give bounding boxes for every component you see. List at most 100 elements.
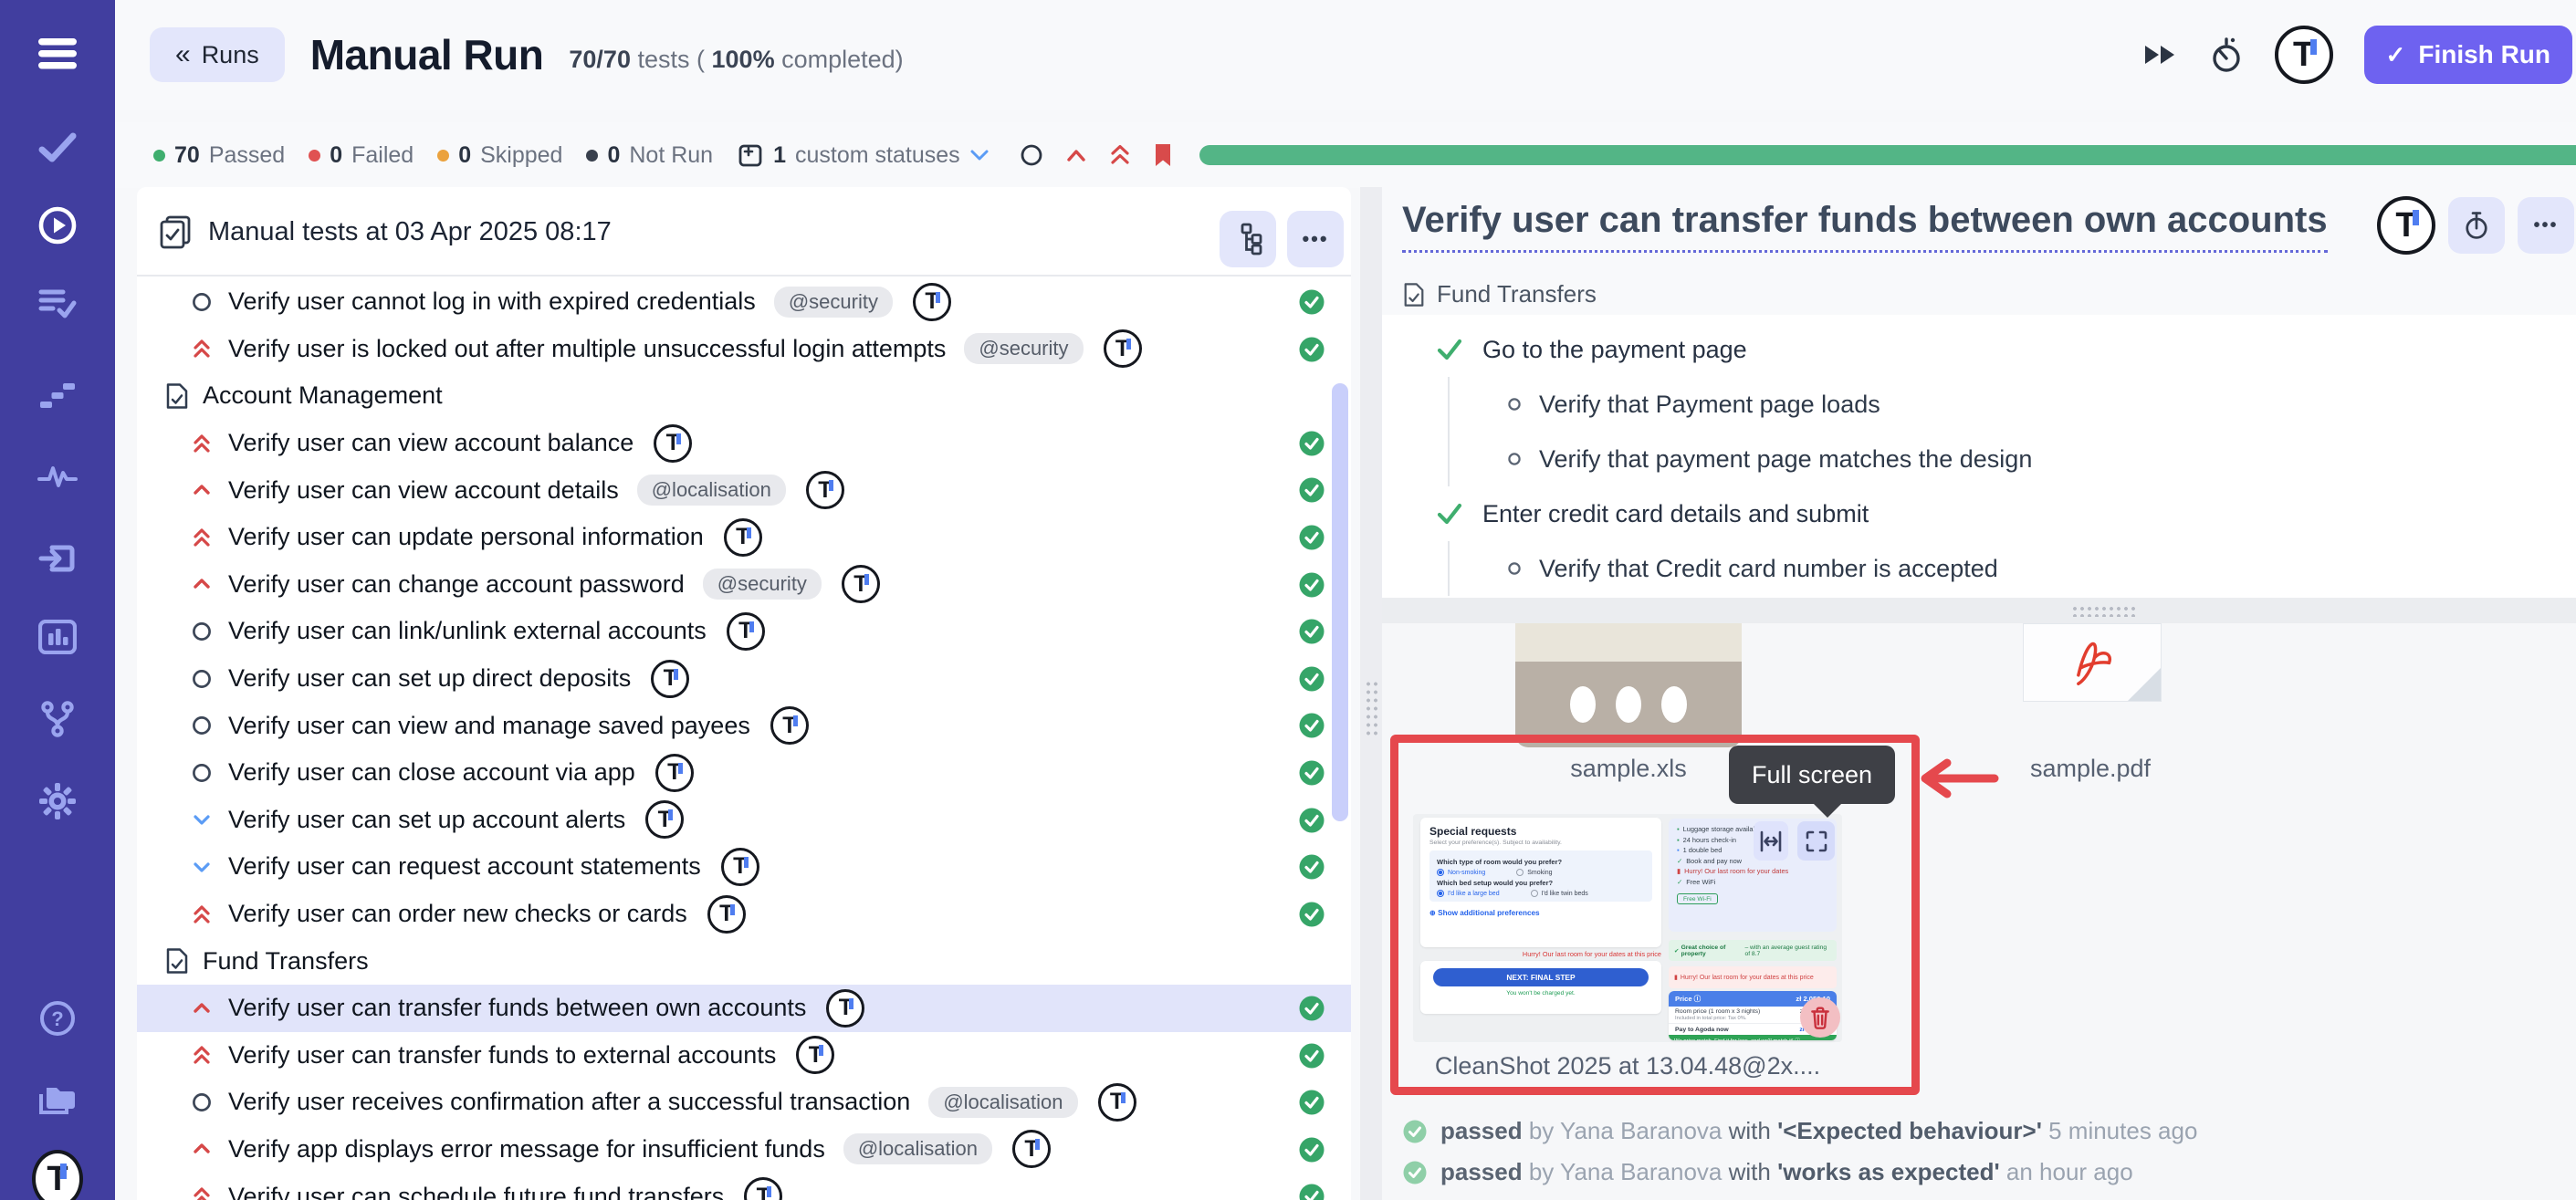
tag-pill[interactable]: @localisation — [843, 1133, 992, 1164]
status-passed-icon[interactable] — [1298, 524, 1325, 551]
screenshot-filename[interactable]: CleanShot 2025 at 13.04.48@2x.... — [1413, 1052, 1842, 1080]
resize-width-button[interactable] — [1754, 821, 1788, 861]
radio-twin-beds[interactable]: I'd like twin beds — [1531, 890, 1588, 897]
attachment-screenshot-thumbnail[interactable]: Special requests Select your preference(… — [1413, 814, 1842, 1042]
substep-row[interactable]: Verify that Credit card number is accept… — [1450, 541, 2576, 596]
next-final-step-button[interactable]: NEXT: FINAL STEP — [1433, 968, 1649, 986]
tag-pill[interactable]: @security — [964, 333, 1083, 364]
testomat-badge-icon[interactable]: T — [654, 424, 692, 463]
test-row[interactable]: Verify user can set up account alertsT — [137, 797, 1351, 844]
list-scrollbar-thumb[interactable] — [1332, 383, 1348, 821]
status-passed-icon[interactable] — [1298, 288, 1325, 316]
step-passed-icon[interactable] — [1435, 335, 1464, 364]
pulse-icon[interactable] — [32, 451, 83, 502]
status-passed-icon[interactable] — [1298, 995, 1325, 1022]
menu-icon[interactable] — [32, 28, 83, 79]
testomat-badge-icon[interactable]: T — [655, 754, 694, 792]
status-passed-icon[interactable] — [1298, 336, 1325, 363]
status-passed-icon[interactable] — [1298, 759, 1325, 787]
attachment-xls-thumbnail[interactable] — [1515, 623, 1742, 747]
suite-breadcrumb[interactable]: Fund Transfers — [1402, 280, 1597, 308]
settings-icon[interactable] — [32, 776, 83, 827]
test-row[interactable]: Verify user can transfer funds to extern… — [137, 1032, 1351, 1080]
tag-pill[interactable]: @localisation — [928, 1087, 1077, 1118]
test-row[interactable]: Verify user can request account statemen… — [137, 843, 1351, 891]
test-row[interactable]: Verify user can link/unlink external acc… — [137, 608, 1351, 655]
radio-non-smoking[interactable]: Non-smoking — [1437, 869, 1485, 876]
stat-custom-statuses[interactable]: 1 custom statuses — [737, 141, 990, 169]
testomat-badge-icon[interactable]: T — [1098, 1083, 1136, 1122]
test-row[interactable]: Verify user receives confirmation after … — [137, 1079, 1351, 1126]
priority-normal-icon[interactable] — [1019, 142, 1044, 168]
status-passed-icon[interactable] — [1298, 1136, 1325, 1163]
timer-icon[interactable] — [2209, 36, 2244, 74]
import-icon[interactable] — [32, 533, 83, 584]
substep-row[interactable]: Verify that payment page matches the des… — [1450, 432, 2576, 486]
test-row[interactable]: Verify user can transfer funds between o… — [137, 985, 1351, 1032]
test-row[interactable]: Verify user cannot log in with expired c… — [137, 278, 1351, 326]
testomat-badge-icon[interactable]: T — [826, 989, 864, 1028]
testomat-badge-icon[interactable]: T — [651, 660, 689, 698]
tag-pill[interactable]: @security — [774, 287, 893, 318]
test-row[interactable]: Verify user can change account password@… — [137, 561, 1351, 609]
testomat-badge-icon[interactable]: T — [744, 1177, 782, 1200]
test-detail-title[interactable]: Verify user can transfer funds between o… — [1402, 200, 2328, 253]
priority-high-icon[interactable] — [1064, 146, 1088, 164]
priority-critical-icon[interactable] — [1108, 143, 1132, 167]
testomat-badge-icon[interactable]: T — [721, 848, 759, 886]
test-row[interactable]: Verify user can set up direct depositsT — [137, 655, 1351, 703]
testomat-badge-icon[interactable]: T — [770, 706, 809, 745]
test-row[interactable]: Verify app displays error message for in… — [137, 1126, 1351, 1174]
suite-section-row[interactable]: Account Management — [137, 372, 1351, 420]
testomat-badge-icon[interactable]: T — [796, 1036, 834, 1074]
radio-smoking[interactable]: Smoking — [1516, 869, 1552, 876]
show-preferences-link[interactable]: ⊕ Show additional preferences — [1429, 908, 1652, 917]
testomat-badge-icon[interactable]: T — [913, 283, 951, 321]
substep-row[interactable]: Verify that Payment page loads — [1450, 377, 2576, 432]
delete-attachment-button[interactable] — [1800, 997, 1840, 1038]
testomat-badge-icon[interactable]: T — [1012, 1130, 1051, 1168]
status-passed-icon[interactable] — [1298, 712, 1325, 739]
status-passed-icon[interactable] — [1298, 901, 1325, 928]
step-passed-icon[interactable] — [1435, 499, 1464, 528]
test-row[interactable]: Verify user is locked out after multiple… — [137, 326, 1351, 373]
testomat-logo[interactable]: T — [32, 1150, 83, 1200]
status-passed-icon[interactable] — [1298, 571, 1325, 599]
steps-icon[interactable] — [32, 369, 83, 420]
back-to-runs-button[interactable]: « Runs — [150, 27, 285, 82]
tag-pill[interactable]: @localisation — [637, 475, 786, 506]
status-passed-icon[interactable] — [1298, 476, 1325, 504]
step-row[interactable]: Enter credit card details and submit — [1435, 486, 2576, 541]
testomat-badge-icon[interactable]: T — [806, 471, 844, 509]
tag-pill[interactable]: @security — [703, 569, 822, 600]
test-row[interactable]: Verify user can view and manage saved pa… — [137, 702, 1351, 749]
analytics-icon[interactable] — [32, 611, 83, 663]
group-view-button[interactable] — [1220, 211, 1276, 267]
step-row[interactable]: Go to the payment page — [1435, 322, 2576, 377]
attachment-pdf-thumbnail[interactable] — [2023, 623, 2162, 702]
finish-run-button[interactable]: ✓ Finish Run — [2364, 26, 2572, 84]
testomat-badge-icon[interactable]: T — [724, 518, 762, 557]
detail-more-button[interactable]: ••• — [2518, 197, 2574, 254]
status-passed-icon[interactable] — [1298, 853, 1325, 881]
runs-icon[interactable] — [32, 200, 83, 251]
help-icon[interactable]: ? — [32, 993, 83, 1044]
testomat-report-logo[interactable]: T — [2377, 196, 2435, 255]
test-plans-icon[interactable] — [32, 278, 83, 329]
test-row[interactable]: Verify user can view account details@loc… — [137, 466, 1351, 514]
status-passed-icon[interactable] — [1298, 430, 1325, 457]
panel-splitter-horizontal[interactable] — [1382, 598, 2576, 623]
testomat-badge-icon[interactable]: T — [842, 565, 880, 603]
test-row[interactable]: Verify user can update personal informat… — [137, 514, 1351, 561]
panel-splitter-vertical[interactable] — [1360, 187, 1382, 1200]
fast-forward-icon[interactable] — [2141, 41, 2178, 68]
projects-icon[interactable] — [32, 1075, 83, 1126]
suite-section-row[interactable]: Fund Transfers — [137, 937, 1351, 985]
status-passed-icon[interactable] — [1298, 1183, 1325, 1200]
status-passed-icon[interactable] — [1298, 807, 1325, 834]
test-row[interactable]: Verify user can schedule future fund tra… — [137, 1173, 1351, 1200]
tests-icon[interactable] — [32, 122, 83, 173]
test-row[interactable]: Verify user can order new checks or card… — [137, 891, 1351, 938]
status-passed-icon[interactable] — [1298, 618, 1325, 645]
testomat-badge-icon[interactable]: T — [707, 895, 746, 934]
